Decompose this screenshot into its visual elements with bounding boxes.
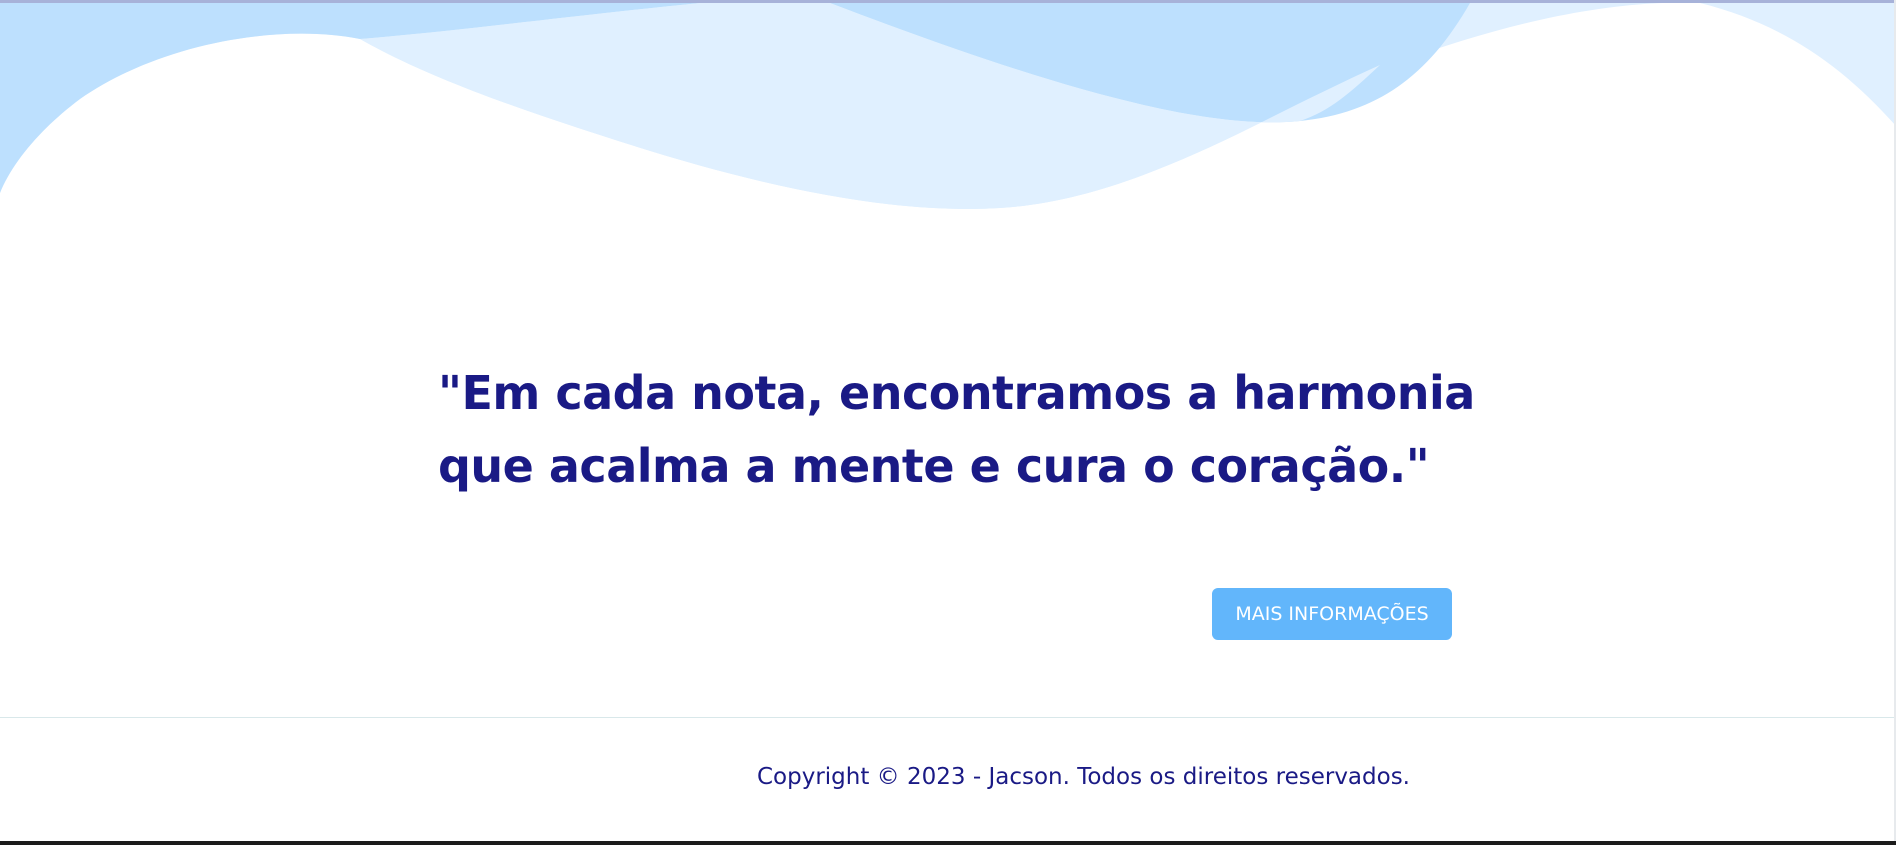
decorative-waves	[0, 3, 1896, 209]
more-info-button[interactable]: MAIS INFORMAÇÕES	[1212, 588, 1452, 640]
page: "Em cada nota, encontramos a harmonia qu…	[0, 0, 1896, 845]
bottom-bar	[0, 841, 1896, 845]
hero-quote: "Em cada nota, encontramos a harmonia qu…	[438, 366, 1475, 493]
footer-divider	[0, 717, 1896, 718]
footer-copyright: Copyright © 2023 - Jacson. Todos os dire…	[756, 764, 1410, 790]
